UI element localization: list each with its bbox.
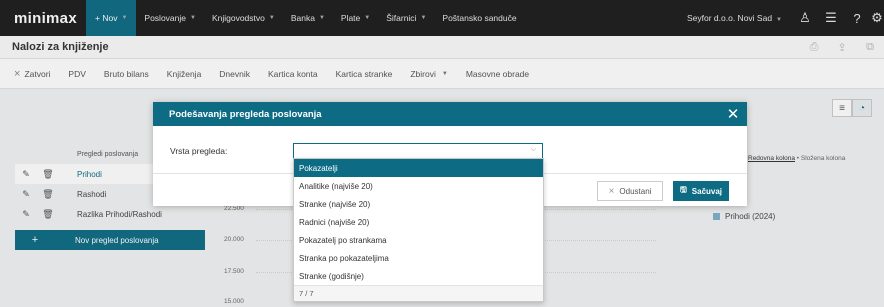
dropdown-option[interactable]: Stranke (godišnje) [294, 267, 543, 285]
cancel-button[interactable]: × Odustani [597, 181, 663, 201]
dropdown-count: 7 / 7 [294, 285, 543, 301]
cancel-label: Odustani [619, 186, 652, 196]
view-type-dropdown: Pokazatelji Analitike (najviše 20) Stran… [293, 158, 544, 302]
view-type-label: Vrsta pregleda: [170, 146, 228, 156]
dropdown-option[interactable]: Analitike (najviše 20) [294, 177, 543, 195]
chevron-down-icon: ⌵ [530, 146, 536, 153]
dropdown-option[interactable]: Radnici (najviše 20) [294, 213, 543, 231]
dropdown-option[interactable]: Stranke (najviše 20) [294, 195, 543, 213]
view-type-row: Vrsta pregleda: ⌵ [153, 143, 747, 159]
dropdown-option[interactable]: Stranka po pokazateljima [294, 249, 543, 267]
save-icon: 🖫 [679, 185, 687, 194]
dropdown-option[interactable]: Pokazatelj po strankama [294, 231, 543, 249]
view-type-select[interactable]: ⌵ [293, 143, 543, 159]
modal-title: Podešavanja pregleda poslovanja [169, 108, 322, 120]
save-label: Sačuvaj [691, 186, 723, 196]
close-icon[interactable]: ✕ [719, 105, 747, 123]
close-icon: × [608, 185, 615, 197]
dropdown-option[interactable]: Pokazatelji [294, 159, 543, 177]
modal-header: Podešavanja pregleda poslovanja ✕ [153, 102, 747, 126]
save-button[interactable]: 🖫 Sačuvaj [673, 181, 729, 201]
